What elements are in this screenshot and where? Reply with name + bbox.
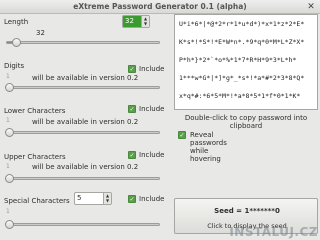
output-panel: U*i*6*|*@*2*r*1*u*d*)*x*1*z*2*E* K*s*!*S… xyxy=(172,14,320,240)
length-label: Length xyxy=(4,18,29,26)
lower-label: Lower Characters xyxy=(4,107,66,115)
settings-panel: Length 32 ▲ ▼ 32 Digits ✓ Include 1 will … xyxy=(0,14,168,240)
password-line: K*s*!*S*!*E*W*n*.*9*q*0*M*L*Z*X* xyxy=(179,38,305,46)
seed-label: Seed = 1*******0 xyxy=(214,207,280,215)
lower-note: will be available in version 0.2 xyxy=(32,118,139,126)
reveal-label: Reveal passwords while hovering xyxy=(190,131,227,163)
special-include-label: Include xyxy=(139,195,165,203)
lower-include-label: Include xyxy=(139,105,165,113)
special-label: Special Characters xyxy=(4,197,70,205)
upper-include-checkbox[interactable]: ✓ xyxy=(128,151,136,159)
special-slider[interactable] xyxy=(5,220,160,229)
upper-label: Upper Characters xyxy=(4,153,66,161)
upper-note: will be available in version 0.2 xyxy=(32,163,139,171)
digits-include-checkbox[interactable]: ✓ xyxy=(128,65,136,73)
password-output[interactable]: U*i*6*|*@*2*r*1*u*d*)*x*1*z*2*E* K*s*!*S… xyxy=(174,14,318,110)
special-slider-thumb[interactable] xyxy=(5,220,14,229)
special-spinbox[interactable]: 5 ▲ ▼ xyxy=(74,192,112,205)
digits-include-label: Include xyxy=(139,65,165,73)
length-spinbox[interactable]: 32 ▲ ▼ xyxy=(122,15,150,28)
window-title: eXtreme Password Generator 0.1 (alpha) xyxy=(73,2,247,11)
digits-note: will be available in version 0.2 xyxy=(32,74,139,82)
digits-slider[interactable] xyxy=(5,83,160,92)
special-min: 1 xyxy=(6,208,10,215)
length-value: 32 xyxy=(125,17,134,25)
password-line: 1***w*G*|*]*g*_*s*!*a*#*2*3*8*Q* xyxy=(179,74,305,82)
special-include-checkbox[interactable]: ✓ xyxy=(128,195,136,203)
upper-min: 1 xyxy=(6,163,10,170)
lower-include-checkbox[interactable]: ✓ xyxy=(128,105,136,113)
spin-arrows-icon[interactable]: ▲ ▼ xyxy=(103,193,111,204)
password-line: x*q*#:*6*5*M*!*a*8*5*1*f*0*1*K* xyxy=(179,92,301,100)
upper-slider[interactable] xyxy=(5,174,160,183)
watermark-logo: INSTALUJ.CZ xyxy=(229,225,318,239)
lower-slider-thumb[interactable] xyxy=(5,128,14,137)
upper-slider-thumb[interactable] xyxy=(5,174,14,183)
length-slider[interactable] xyxy=(6,38,160,47)
digits-slider-thumb[interactable] xyxy=(5,83,14,92)
lower-min: 1 xyxy=(6,117,10,124)
password-line: P*h*}*2*`*o*%*1*7*R*H*9*3*L*h* xyxy=(179,56,297,64)
reveal-checkbox[interactable]: ✓ xyxy=(178,131,186,139)
lower-slider[interactable] xyxy=(5,128,160,137)
length-slider-value: 32 xyxy=(36,29,45,37)
length-slider-thumb[interactable] xyxy=(12,38,21,47)
password-line: U*i*6*|*@*2*r*1*u*d*)*x*1*z*2*E* xyxy=(179,20,305,28)
upper-include-label: Include xyxy=(139,151,165,159)
special-value: 5 xyxy=(77,194,82,202)
spin-arrows-icon[interactable]: ▲ ▼ xyxy=(141,16,149,27)
digits-min: 1 xyxy=(6,73,10,80)
copy-hint: Double-click to copy password into clipb… xyxy=(184,114,308,130)
digits-label: Digits xyxy=(4,62,25,70)
close-icon[interactable]: ✕ xyxy=(306,2,316,12)
title-bar: eXtreme Password Generator 0.1 (alpha) ✕ xyxy=(0,0,320,14)
